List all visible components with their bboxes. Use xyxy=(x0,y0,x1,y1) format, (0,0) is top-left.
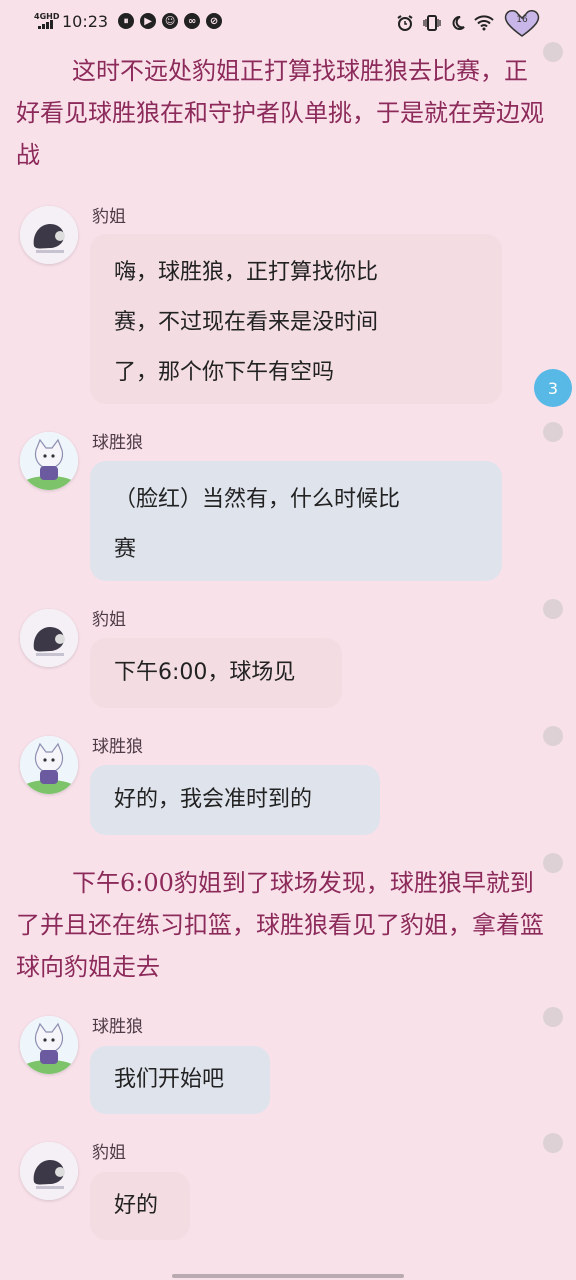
sender-name: 球胜狼 xyxy=(92,1017,143,1037)
narration-text: 这时不远处豹姐正打算找球胜狼去比赛，正好看见球胜狼在和守护者队单挑，于是就在旁边… xyxy=(16,57,544,169)
avatar-leopard[interactable] xyxy=(20,1142,78,1200)
do-not-disturb-moon-icon xyxy=(452,16,465,30)
message-bubble[interactable]: 嗨，球胜狼，正打算找你比 赛，不过现在看来是没时间 了，那个你下午有空吗 xyxy=(90,234,502,404)
sender-name: 豹姐 xyxy=(92,207,126,227)
sender-name: 豹姐 xyxy=(92,610,126,630)
clock: 10:23 xyxy=(62,11,109,31)
narration-text: 下午6:00豹姐到了球场发现，球胜狼早就到了并且还在练习扣篮，球胜狼看见了豹姐，… xyxy=(16,869,544,981)
select-dot[interactable] xyxy=(543,1133,563,1153)
message-bubble[interactable]: 好的，我会准时到的 xyxy=(90,765,380,835)
avatar-wolf[interactable] xyxy=(20,1016,78,1074)
select-dot[interactable] xyxy=(543,422,563,442)
avatar-wolf[interactable] xyxy=(20,432,78,490)
status-bar: 4GHD 10:23 ⏸ ▶ ☺ ∞ ⊘ 16 xyxy=(0,0,576,44)
select-dot[interactable] xyxy=(543,42,563,62)
game-app-icon: ∞ xyxy=(184,13,201,29)
message-bubble[interactable]: 我们开始吧 xyxy=(90,1046,270,1114)
cellular-signal-icon: 4GHD xyxy=(34,10,59,32)
message-bubble[interactable]: 下午6:00，球场见 xyxy=(90,638,342,708)
sender-name: 豹姐 xyxy=(92,1143,126,1163)
status-right: 16 xyxy=(396,8,542,38)
select-dot[interactable] xyxy=(543,726,563,746)
home-indicator[interactable] xyxy=(172,1274,404,1278)
avatar-leopard[interactable] xyxy=(20,206,78,264)
sender-name: 球胜狼 xyxy=(92,433,143,453)
vibrate-icon xyxy=(423,15,441,31)
status-left: 4GHD 10:23 ⏸ ▶ ☺ ∞ ⊘ xyxy=(34,10,223,32)
video-app-icon: ▶ xyxy=(140,13,157,29)
alarm-icon xyxy=(397,15,413,31)
battery-heart-icon: 16 xyxy=(502,8,542,38)
message-bubble[interactable]: （脸红）当然有，什么时候比 赛 xyxy=(90,461,502,581)
battery-level: 16 xyxy=(516,15,528,25)
message-bubble[interactable]: 好的 xyxy=(90,1172,190,1240)
app-notification-icon: ⏸ xyxy=(118,13,135,29)
select-dot[interactable] xyxy=(543,853,563,873)
wifi-icon xyxy=(474,15,494,31)
select-dot[interactable] xyxy=(543,1007,563,1027)
avatar-leopard[interactable] xyxy=(20,609,78,667)
select-dot[interactable] xyxy=(543,599,563,619)
face-app-icon: ☺ xyxy=(162,13,179,29)
unread-count-badge[interactable]: 3 xyxy=(534,369,572,407)
avatar-wolf[interactable] xyxy=(20,736,78,794)
sender-name: 球胜狼 xyxy=(92,737,143,757)
link-app-icon: ⊘ xyxy=(206,13,223,29)
